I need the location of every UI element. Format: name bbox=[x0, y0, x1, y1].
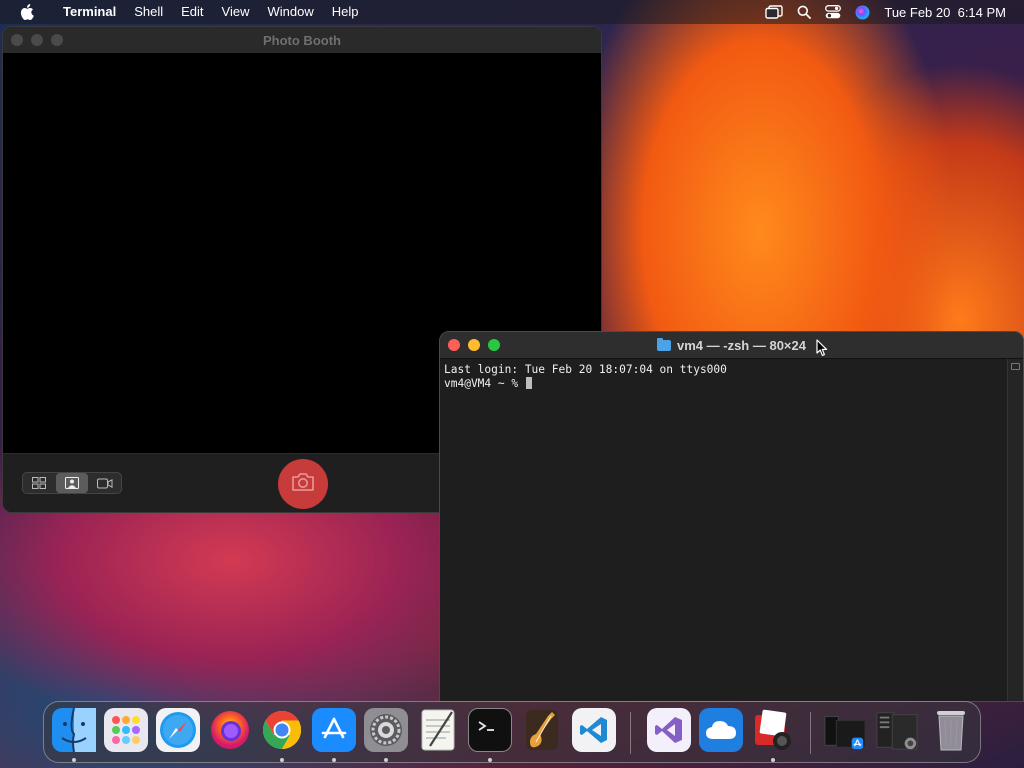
terminal-line: Last login: Tue Feb 20 18:07:04 on ttys0… bbox=[444, 363, 727, 376]
menu-help[interactable]: Help bbox=[323, 0, 368, 24]
dock-separator bbox=[630, 712, 631, 754]
mouse-pointer-icon bbox=[816, 339, 828, 362]
spotlight-search-icon[interactable] bbox=[797, 5, 812, 19]
siri-icon[interactable] bbox=[855, 5, 870, 20]
zoom-button[interactable] bbox=[488, 339, 500, 351]
chrome-icon[interactable] bbox=[260, 708, 304, 752]
safari-icon[interactable] bbox=[156, 708, 200, 752]
recent-settings-icon[interactable] bbox=[875, 708, 919, 752]
running-indicator bbox=[280, 758, 284, 762]
photo-booth-icon[interactable] bbox=[751, 708, 795, 752]
menu-window[interactable]: Window bbox=[259, 0, 323, 24]
text-cursor bbox=[525, 377, 532, 389]
menu-clock[interactable]: Tue Feb 20 6:14 PM bbox=[884, 5, 1006, 20]
window-title: Photo Booth bbox=[263, 32, 341, 48]
recent-app-store-icon[interactable] bbox=[823, 708, 867, 752]
icloud-icon[interactable] bbox=[699, 708, 743, 752]
running-indicator bbox=[72, 758, 76, 762]
close-button[interactable] bbox=[11, 34, 23, 46]
single-photo-icon[interactable] bbox=[55, 473, 89, 493]
menu-edit[interactable]: Edit bbox=[172, 0, 212, 24]
video-icon[interactable] bbox=[88, 473, 121, 493]
firefox-icon[interactable] bbox=[208, 708, 252, 752]
menu-shell[interactable]: Shell bbox=[125, 0, 172, 24]
dock bbox=[43, 701, 981, 763]
window-title: vm4 — -zsh — 80×24 bbox=[677, 337, 806, 353]
dock-separator bbox=[810, 712, 811, 754]
menu-bar: Terminal Shell Edit View Window Help Tue… bbox=[0, 0, 1024, 24]
scroll-marker-icon[interactable] bbox=[1011, 363, 1020, 370]
minimize-button[interactable] bbox=[468, 339, 480, 351]
folder-icon bbox=[657, 337, 671, 351]
terminal-icon[interactable] bbox=[468, 708, 512, 752]
running-indicator bbox=[384, 758, 388, 762]
system-settings-icon[interactable] bbox=[364, 708, 408, 752]
textedit-icon[interactable] bbox=[416, 708, 460, 752]
finder-icon[interactable] bbox=[52, 708, 96, 752]
terminal-prompt: vm4@VM4 ~ % bbox=[444, 377, 525, 390]
mode-selector bbox=[22, 472, 122, 494]
take-photo-button[interactable] bbox=[278, 459, 328, 509]
vscode-icon[interactable] bbox=[572, 708, 616, 752]
trash-icon[interactable] bbox=[929, 708, 973, 752]
launchpad-icon[interactable] bbox=[104, 708, 148, 752]
close-button[interactable] bbox=[448, 339, 460, 351]
running-indicator bbox=[332, 758, 336, 762]
running-indicator bbox=[488, 758, 492, 762]
terminal-window: vm4 — -zsh — 80×24 Last login: Tue Feb 2… bbox=[439, 331, 1024, 702]
zoom-button[interactable] bbox=[51, 34, 63, 46]
menu-view[interactable]: View bbox=[213, 0, 259, 24]
visual-studio-icon[interactable] bbox=[647, 708, 691, 752]
app-store-icon[interactable] bbox=[312, 708, 356, 752]
control-center-icon[interactable] bbox=[825, 5, 842, 19]
terminal-titlebar[interactable]: vm4 — -zsh — 80×24 bbox=[440, 332, 1023, 359]
terminal-output[interactable]: Last login: Tue Feb 20 18:07:04 on ttys0… bbox=[440, 359, 1008, 701]
running-indicator bbox=[771, 758, 775, 762]
screen-mirroring-icon[interactable] bbox=[765, 5, 784, 19]
minimize-button[interactable] bbox=[31, 34, 43, 46]
garageband-icon[interactable] bbox=[520, 708, 564, 752]
apple-menu-icon[interactable] bbox=[0, 4, 54, 20]
camera-icon bbox=[291, 472, 315, 496]
photo-booth-titlebar[interactable]: Photo Booth bbox=[3, 27, 601, 53]
grid-view-icon[interactable] bbox=[23, 473, 56, 493]
menu-app-name[interactable]: Terminal bbox=[54, 0, 125, 24]
terminal-prompt-line[interactable]: vm4@VM4 ~ % bbox=[444, 377, 1004, 391]
scrollbar[interactable] bbox=[1007, 359, 1023, 701]
